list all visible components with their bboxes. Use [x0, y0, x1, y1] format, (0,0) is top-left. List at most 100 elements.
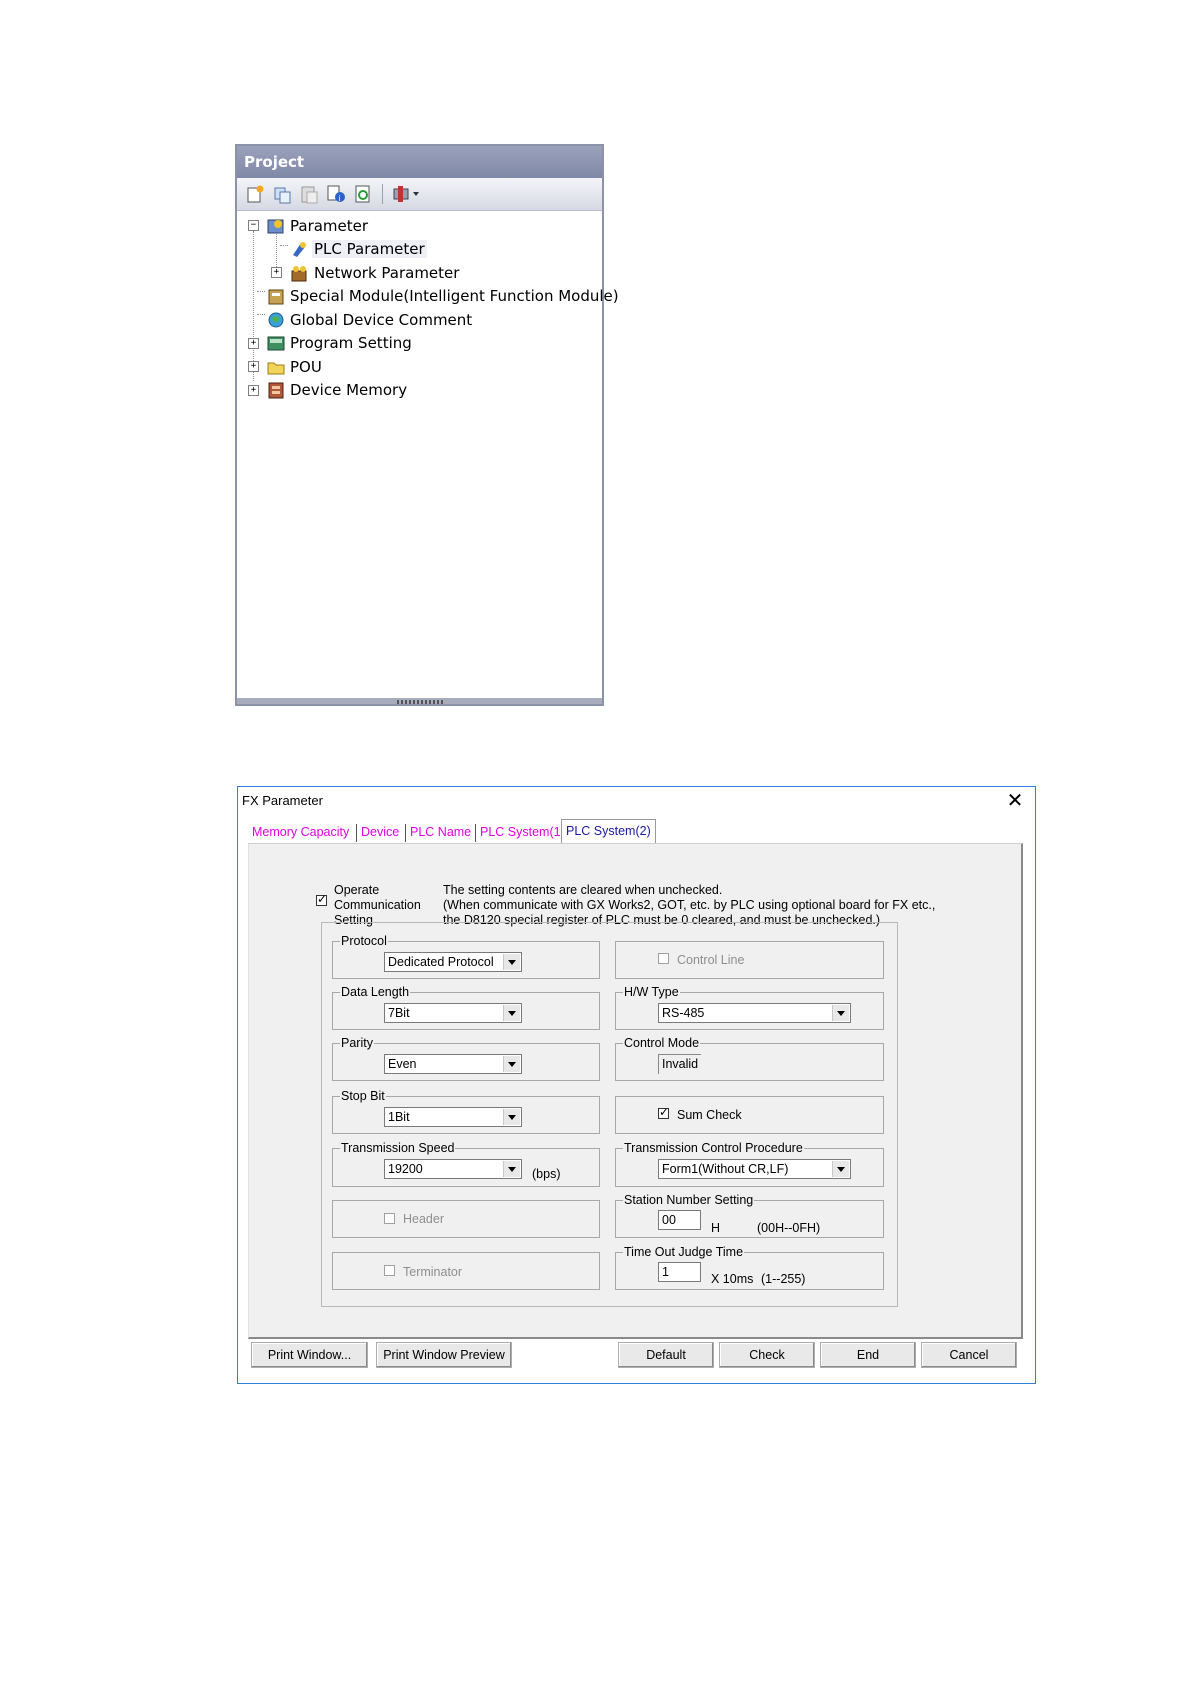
print-window-preview-button[interactable]: Print Window Preview: [376, 1342, 512, 1368]
stop-bit-group: Stop Bit 1Bit: [332, 1088, 600, 1134]
tree-item-pou[interactable]: + POU: [237, 355, 602, 379]
tree-label-special-module: Special Module(Intelligent Function Modu…: [290, 287, 619, 306]
tree-label-global-device-comment: Global Device Comment: [290, 310, 473, 329]
refresh-icon[interactable]: [352, 183, 374, 205]
hw-type-value: RS-485: [662, 1006, 705, 1020]
operate-label-1: Operate: [334, 883, 380, 897]
hw-type-group: H/W Type RS-485: [615, 984, 884, 1030]
header-group: Header: [332, 1200, 600, 1238]
operate-note-2: (When communicate with GX Works2, GOT, e…: [443, 898, 936, 912]
tree-item-global-device-comment[interactable]: Global Device Comment: [237, 308, 602, 332]
tree-item-parameter[interactable]: − Parameter: [237, 214, 602, 238]
header-checkbox[interactable]: [384, 1213, 395, 1224]
tool-dropdown-icon[interactable]: [391, 183, 421, 205]
default-button[interactable]: Default: [618, 1342, 714, 1368]
tree-item-plc-parameter[interactable]: PLC Parameter: [237, 238, 602, 262]
chevron-down-icon[interactable]: [503, 1005, 520, 1021]
station-number-value: 00: [662, 1213, 676, 1227]
timeout-input[interactable]: 1: [658, 1262, 701, 1282]
operate-communication-checkbox[interactable]: ✓: [316, 892, 328, 906]
sum-check-checkbox[interactable]: ✓: [658, 1105, 670, 1119]
project-toolbar: i: [237, 178, 602, 211]
project-panel: Project i − Parameter PLC Parameter + Ne…: [235, 144, 619, 706]
dialog-title: FX Parameter: [242, 793, 323, 808]
parity-label: Parity: [340, 1035, 374, 1051]
tab-memory-capacity[interactable]: Memory Capacity: [248, 821, 353, 843]
protocol-value: Dedicated Protocol: [388, 955, 494, 969]
expand-toggle[interactable]: +: [271, 267, 282, 279]
svg-text:i: i: [338, 194, 340, 203]
chevron-down-icon[interactable]: [503, 1109, 520, 1125]
station-number-group: Station Number Setting 00 H (00H--0FH): [615, 1192, 884, 1238]
print-window-button[interactable]: Print Window...: [251, 1342, 368, 1368]
special-module-icon: [268, 289, 284, 305]
properties-icon[interactable]: i: [325, 183, 347, 205]
network-parameter-icon: [291, 265, 307, 282]
station-number-range: (00H--0FH): [757, 1221, 821, 1235]
transmission-speed-label: Transmission Speed: [340, 1140, 456, 1156]
tree-item-device-memory[interactable]: + Device Memory: [237, 379, 602, 403]
stop-bit-label: Stop Bit: [340, 1088, 386, 1104]
control-mode-value: Invalid: [662, 1057, 699, 1071]
tab-device[interactable]: Device: [357, 821, 403, 843]
tab-plc-name[interactable]: PLC Name: [406, 821, 475, 843]
station-number-input[interactable]: 00: [658, 1210, 701, 1230]
protocol-group: Protocol Dedicated Protocol: [332, 933, 600, 979]
transmission-control-select[interactable]: Form1(Without CR,LF): [658, 1159, 851, 1179]
tree-label-program-setting: Program Setting: [290, 334, 412, 353]
transmission-speed-select[interactable]: 19200: [384, 1159, 522, 1179]
protocol-select[interactable]: Dedicated Protocol: [384, 952, 522, 972]
expand-toggle[interactable]: +: [248, 384, 259, 396]
terminator-label: Terminator: [403, 1265, 463, 1279]
new-item-icon[interactable]: [244, 183, 266, 205]
paste-icon[interactable]: [298, 183, 320, 205]
check-mark-icon: ✓: [659, 1105, 670, 1119]
end-button[interactable]: End: [820, 1342, 916, 1368]
stop-bit-value: 1Bit: [388, 1110, 410, 1124]
tree-label-pou: POU: [290, 357, 322, 376]
expand-toggle[interactable]: +: [248, 361, 259, 373]
control-mode-field: Invalid: [658, 1054, 701, 1074]
toolbar-separator: [382, 184, 383, 204]
fx-parameter-dialog: FX Parameter ✕ Memory Capacity Device PL…: [237, 786, 1036, 1384]
terminator-checkbox[interactable]: [384, 1265, 395, 1276]
control-line-checkbox[interactable]: [658, 953, 669, 964]
sum-check-group: ✓ Sum Check: [615, 1096, 884, 1134]
data-length-group: Data Length 7Bit: [332, 984, 600, 1030]
tree-item-special-module[interactable]: Special Module(Intelligent Function Modu…: [237, 285, 619, 309]
check-button[interactable]: Check: [719, 1342, 815, 1368]
parity-select[interactable]: Even: [384, 1054, 522, 1074]
cancel-button[interactable]: Cancel: [921, 1342, 1017, 1368]
tree-item-network-parameter[interactable]: + Network Parameter: [237, 261, 602, 285]
project-panel-title: Project: [237, 146, 602, 178]
tab-plc-system-2[interactable]: PLC System(2): [561, 819, 656, 844]
copy-icon[interactable]: [271, 183, 293, 205]
chevron-down-icon[interactable]: [832, 1161, 849, 1177]
timeout-group: Time Out Judge Time 1 X 10ms (1--255): [615, 1244, 884, 1290]
station-number-suffix: H: [711, 1221, 721, 1235]
close-icon[interactable]: ✕: [1003, 789, 1027, 813]
collapse-toggle[interactable]: −: [248, 220, 259, 232]
chevron-down-icon[interactable]: [503, 1056, 520, 1072]
chevron-down-icon[interactable]: [832, 1005, 849, 1021]
hw-type-select[interactable]: RS-485: [658, 1003, 851, 1023]
control-line-label: Control Line: [677, 953, 745, 967]
chevron-down-icon[interactable]: [503, 954, 520, 970]
protocol-label: Protocol: [340, 933, 388, 949]
resize-grip[interactable]: [397, 700, 443, 704]
tab-plc-system-1[interactable]: PLC System(1): [476, 821, 569, 843]
chevron-down-icon[interactable]: [503, 1161, 520, 1177]
transmission-speed-group: Transmission Speed 19200 (bps): [332, 1140, 600, 1187]
data-length-label: Data Length: [340, 984, 411, 1000]
tree-item-program-setting[interactable]: + Program Setting: [237, 332, 602, 356]
check-mark-icon: ✓: [317, 892, 328, 906]
parameter-icon: [267, 219, 284, 234]
tree-label-device-memory: Device Memory: [290, 381, 408, 400]
stop-bit-select[interactable]: 1Bit: [384, 1107, 522, 1127]
tree-label-plc-parameter: PLC Parameter: [312, 240, 427, 259]
data-length-select[interactable]: 7Bit: [384, 1003, 522, 1023]
sum-check-label: Sum Check: [677, 1108, 742, 1122]
expand-toggle[interactable]: +: [248, 337, 259, 349]
transmission-speed-unit: (bps): [532, 1167, 561, 1181]
timeout-suffix: X 10ms: [711, 1272, 754, 1286]
